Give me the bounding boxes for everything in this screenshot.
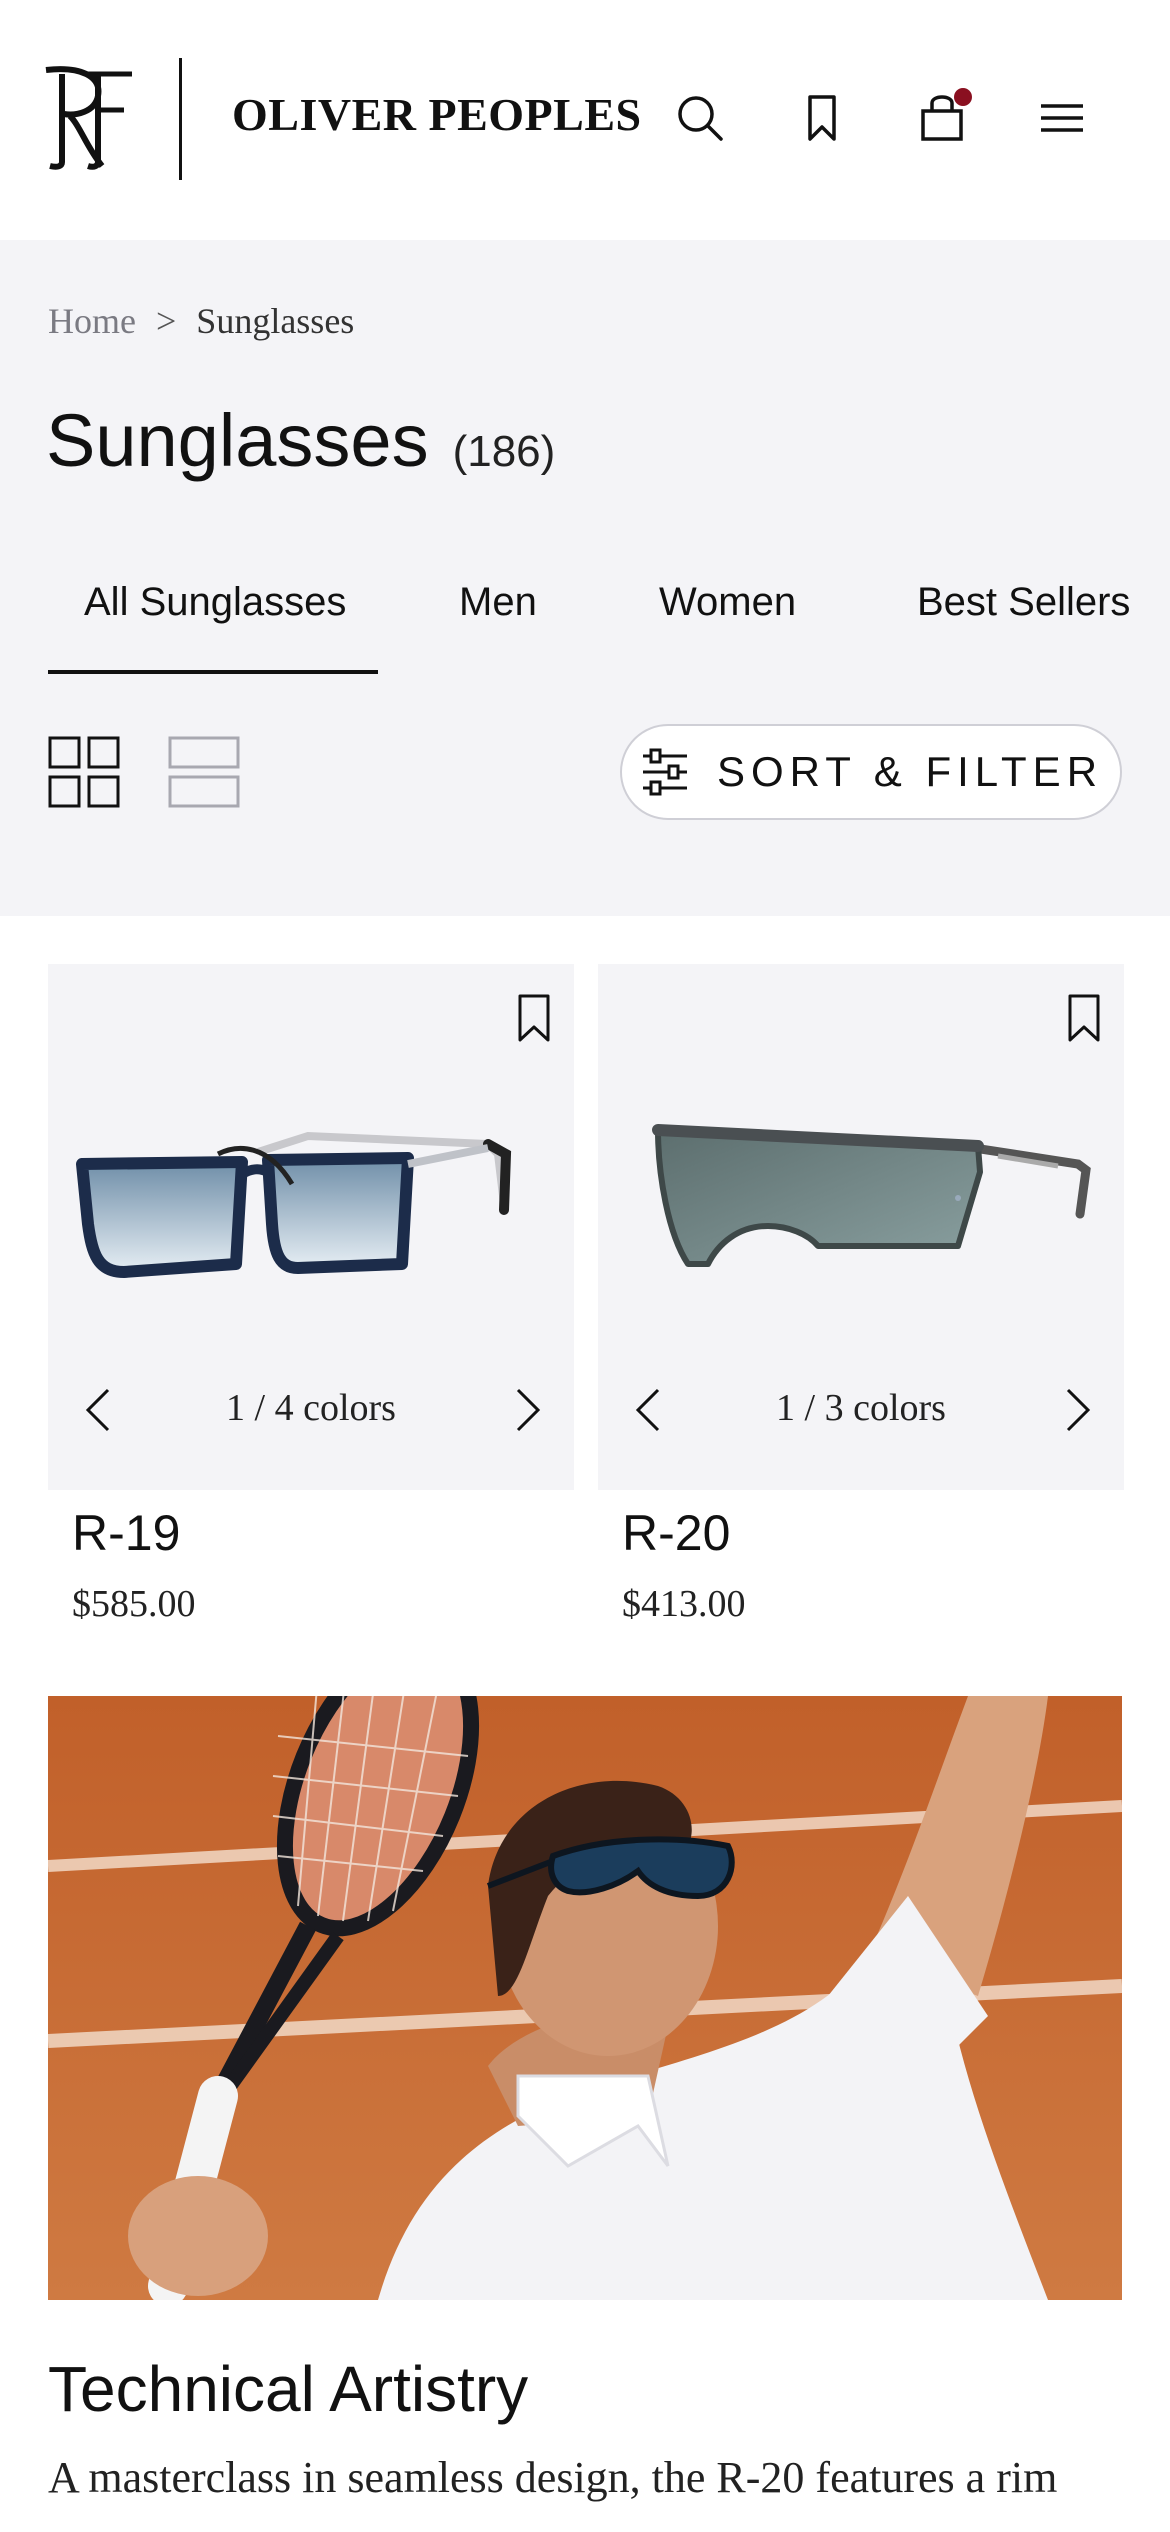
color-count: 1 / 3 colors [776, 1387, 946, 1429]
grid-view-icon[interactable] [48, 736, 120, 808]
wishlist-bookmark-icon[interactable] [514, 992, 554, 1044]
brand-name[interactable]: OLIVER PEOPLES [232, 88, 642, 141]
tab-women[interactable]: Women [659, 580, 796, 625]
sort-filter-button[interactable]: SORT & FILTER [620, 724, 1122, 820]
color-count: 1 / 4 colors [226, 1387, 396, 1429]
list-view-icon[interactable] [168, 736, 240, 808]
rf-logo[interactable] [40, 66, 136, 170]
category-tabs: All Sunglasses Men Women Best Sellers [48, 580, 1148, 680]
next-color-button[interactable] [504, 1380, 554, 1440]
tab-best-sellers[interactable]: Best Sellers [917, 580, 1130, 625]
campaign-banner-image[interactable] [48, 1696, 1122, 2300]
listing-header: Home > Sunglasses Sunglasses (186) All S… [0, 240, 1170, 916]
story-title: Technical Artistry [48, 2353, 529, 2425]
breadcrumb: Home > Sunglasses [48, 300, 354, 342]
product-name[interactable]: R-20 [622, 1504, 730, 1562]
bag-icon[interactable] [910, 86, 974, 150]
breadcrumb-current: Sunglasses [196, 301, 355, 341]
breadcrumb-home[interactable]: Home [48, 300, 136, 342]
product-price: $413.00 [622, 1583, 746, 1625]
search-icon[interactable] [668, 86, 732, 150]
product-image-r19[interactable] [68, 1114, 554, 1314]
product-image-r20[interactable] [618, 1114, 1104, 1314]
product-price: $585.00 [72, 1583, 196, 1625]
sliders-icon [642, 748, 687, 796]
product-name[interactable]: R-19 [72, 1504, 180, 1562]
bookmark-icon[interactable] [790, 86, 854, 150]
wishlist-bookmark-icon[interactable] [1064, 992, 1104, 1044]
product-card[interactable]: 1 / 4 colors [48, 964, 574, 1490]
sort-filter-label: SORT & FILTER [716, 748, 1104, 795]
page-title: Sunglasses (186) [46, 398, 555, 483]
page-title-text: Sunglasses [46, 399, 429, 482]
site-header: OLIVER PEOPLES [0, 0, 1170, 240]
tab-all-sunglasses[interactable]: All Sunglasses [84, 580, 346, 625]
logo-divider [179, 58, 182, 180]
next-color-button[interactable] [1054, 1380, 1104, 1440]
active-tab-indicator [48, 670, 378, 674]
product-card[interactable]: 1 / 3 colors [598, 964, 1124, 1490]
result-count: (186) [452, 427, 556, 476]
cart-indicator [954, 88, 972, 106]
tab-men[interactable]: Men [459, 580, 537, 625]
menu-icon[interactable] [1030, 86, 1094, 150]
story-text: A masterclass in seamless design, the R-… [48, 2453, 1058, 2502]
breadcrumb-separator: > [155, 301, 177, 341]
